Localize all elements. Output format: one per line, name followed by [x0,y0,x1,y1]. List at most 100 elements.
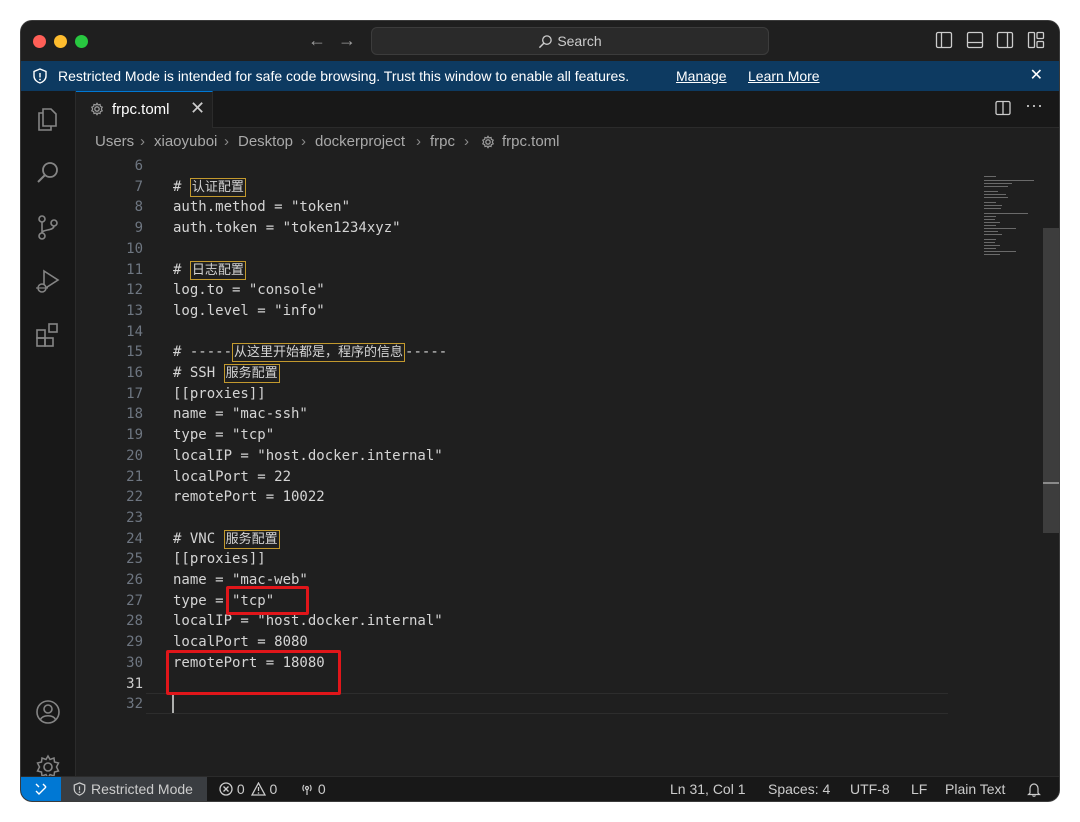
line-number: 9 [134,220,143,237]
code-line[interactable]: 10 [76,239,946,260]
run-debug-icon[interactable] [34,267,62,295]
code-line[interactable]: 8 auth.method = "token" [76,197,946,218]
breadcrumb-item[interactable]: Desktop [238,128,293,156]
code-line[interactable]: 25 [[proxies]] [76,549,946,570]
extensions-icon[interactable] [34,321,62,349]
eol-status[interactable]: LF [911,777,927,801]
code-line[interactable]: 17 [[proxies]] [76,384,946,405]
remote-indicator-button[interactable] [21,777,61,801]
command-center-search[interactable]: Search [371,27,769,55]
vscode-window: ← → Search Restricted Mode is intended f… [21,21,1059,801]
scrollbar-thumb[interactable] [1043,228,1059,533]
code-line[interactable]: 15 # ----- 从这里开始都是，程序的信息 ----- [76,342,946,363]
code-line[interactable]: 6 [76,156,946,177]
problems-status[interactable]: 0 0 [219,777,277,801]
code-text: auth.token = "token1234xyz" [173,220,401,237]
code-line[interactable]: 16 # SSH 服务配置 [76,363,946,384]
tab-label: frpc.toml [112,101,170,118]
unicode-highlight: 服务配置 [223,529,280,549]
indentation-status[interactable]: Spaces: 4 [768,777,830,801]
breadcrumb-item-current[interactable]: frpc.toml [502,128,560,156]
restricted-mode-banner: Restricted Mode is intended for safe cod… [21,61,1059,91]
tab-close-button[interactable]: ✕ [190,98,205,119]
source-control-icon[interactable] [34,213,62,241]
code-line[interactable]: 19 type = "tcp" [76,425,946,446]
toggle-panel-icon[interactable] [966,31,984,49]
line-number: 8 [134,199,143,216]
search-placeholder: Search [557,33,602,49]
explorer-icon[interactable] [34,105,62,133]
cursor-position-status[interactable]: Ln 31, Col 1 [670,777,746,801]
window-close-button[interactable] [33,35,46,48]
code-line[interactable]: 13 log.level = "info" [76,301,946,322]
comment-prefix: # [173,178,190,195]
encoding-status[interactable]: UTF-8 [850,777,890,801]
customize-layout-icon[interactable] [1027,31,1045,49]
line-number: 23 [126,509,143,526]
toggle-secondary-sidebar-icon[interactable] [996,31,1014,49]
code-line[interactable]: 21 localPort = 22 [76,467,946,488]
breadcrumb-separator: › [416,133,421,150]
line-number: 7 [134,178,143,195]
more-actions-button[interactable]: ··· [1025,95,1043,116]
window-minimize-button[interactable] [54,35,67,48]
line-number: 16 [126,365,143,381]
error-icon [219,782,233,796]
code-line[interactable]: 26 name = "mac-web" [76,570,946,591]
unicode-highlight: 从这里开始都是，程序的信息 [232,343,406,363]
line-number: 29 [126,634,143,651]
toggle-primary-sidebar-icon[interactable] [935,31,953,49]
ports-status[interactable]: 0 [300,777,326,801]
code-line[interactable]: 22 remotePort = 10022 [76,487,946,508]
breadcrumb-item[interactable]: xiaoyuboi [154,128,217,156]
search-icon [539,35,553,49]
line-number: 10 [126,240,143,257]
banner-message: Restricted Mode is intended for safe cod… [58,68,630,84]
code-editor[interactable]: 6 7 # 认证配置 8 auth.method = "token" 9 auth.toke… [76,156,1059,776]
line-number: 28 [126,613,143,630]
code-text: log.level = "info" [173,302,325,319]
code-line[interactable]: 24 # VNC 服务配置 [76,529,946,550]
search-icon[interactable] [34,159,62,187]
code-line[interactable]: 28 localIP = "host.docker.internal" [76,611,946,632]
banner-close-button[interactable]: ✕ [1030,61,1043,91]
comment-prefix: # SSH [173,365,224,381]
code-text: type = "tcp" [173,427,275,444]
code-line[interactable]: 11 # 日志配置 [76,260,946,281]
code-line[interactable]: 23 [76,508,946,529]
shield-icon [73,782,86,796]
code-text: name = "mac-ssh" [173,406,308,423]
line-number: 17 [126,385,143,402]
split-editor-icon[interactable] [995,100,1011,116]
notifications-bell-icon[interactable] [1027,782,1041,797]
line-number: 11 [126,261,143,278]
breadcrumb-item[interactable]: Users [95,128,134,156]
account-icon[interactable] [34,698,62,726]
learn-more-link[interactable]: Learn More [748,61,820,91]
restricted-mode-label: Restricted Mode [91,781,193,797]
breadcrumb-item[interactable]: frpc [430,128,455,156]
breadcrumb: Users › xiaoyuboi › Desktop › dockerproj… [76,128,1059,156]
code-line[interactable]: 14 [76,322,946,343]
line-number: 18 [126,406,143,423]
code-line[interactable]: 9 auth.token = "token1234xyz" [76,218,946,239]
manage-link[interactable]: Manage [676,61,727,91]
code-line[interactable]: 20 localIP = "host.docker.internal" [76,446,946,467]
comment-suffix: ----- [405,344,448,361]
back-arrow-icon[interactable]: ← [306,29,328,51]
unicode-highlight: 日志配置 [189,260,246,280]
code-text: [[proxies]] [173,551,266,568]
breadcrumb-item[interactable]: dockerproject [315,128,405,156]
code-line[interactable]: 12 log.to = "console" [76,280,946,301]
language-mode-status[interactable]: Plain Text [945,777,1005,801]
breadcrumb-separator: › [224,133,229,150]
code-line[interactable]: 18 name = "mac-ssh" [76,404,946,425]
code-line[interactable]: 7 # 认证配置 [76,177,946,198]
forward-arrow-icon[interactable]: → [336,29,358,51]
tab-frpc-toml[interactable]: frpc.toml ✕ [76,91,213,128]
line-number: 27 [126,592,143,609]
line-number: 19 [126,427,143,444]
code-line[interactable]: 27 type = "tcp" [76,591,946,612]
window-maximize-button[interactable] [75,35,88,48]
restricted-mode-status-button[interactable]: Restricted Mode [61,777,207,801]
